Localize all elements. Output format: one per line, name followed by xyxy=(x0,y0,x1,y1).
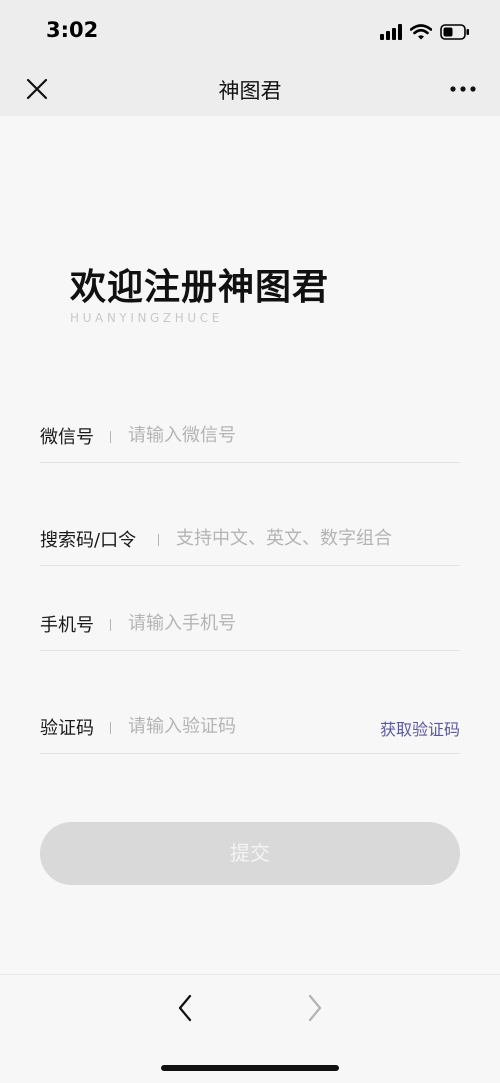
forward-button[interactable] xyxy=(302,991,328,1025)
back-button[interactable] xyxy=(172,991,198,1025)
verify-code-label: 验证码 xyxy=(40,718,94,739)
more-icon xyxy=(450,86,476,92)
status-time: 3:02 xyxy=(46,18,99,42)
get-code-link[interactable]: 获取验证码 xyxy=(380,716,460,740)
submit-button[interactable]: 提交 xyxy=(40,822,460,885)
signal-icon xyxy=(380,24,402,40)
field-divider xyxy=(110,722,111,734)
field-divider xyxy=(110,431,111,443)
welcome-subtitle: HUANYINGZHUCE xyxy=(70,311,223,325)
search-code-input[interactable] xyxy=(176,523,458,553)
chevron-left-icon xyxy=(178,994,192,1022)
phone-input[interactable] xyxy=(128,608,448,638)
page-title: 神图君 xyxy=(218,79,282,103)
field-divider xyxy=(110,619,111,631)
wifi-icon xyxy=(410,24,432,40)
search-code-field: 搜索码/口令 xyxy=(40,515,460,566)
verify-code-input[interactable] xyxy=(128,711,328,741)
more-button[interactable] xyxy=(448,76,478,102)
search-code-label: 搜索码/口令 xyxy=(40,530,137,551)
phone-label: 手机号 xyxy=(40,615,94,636)
wechat-field: 微信号 xyxy=(40,412,460,463)
status-bar: 3:02 xyxy=(0,0,500,62)
welcome-title: 欢迎注册神图君 xyxy=(70,267,330,308)
verify-code-field: 验证码 获取验证码 xyxy=(40,703,460,754)
status-icons xyxy=(380,22,470,42)
wechat-input[interactable] xyxy=(128,420,448,450)
battery-icon xyxy=(440,24,469,40)
phone-field: 手机号 xyxy=(40,600,460,651)
nav-bar: 神图君 xyxy=(0,62,500,116)
field-divider xyxy=(158,534,159,546)
chevron-right-icon xyxy=(308,994,322,1022)
bottom-toolbar xyxy=(0,974,500,1083)
wechat-label: 微信号 xyxy=(40,427,94,448)
home-indicator xyxy=(161,1065,339,1071)
